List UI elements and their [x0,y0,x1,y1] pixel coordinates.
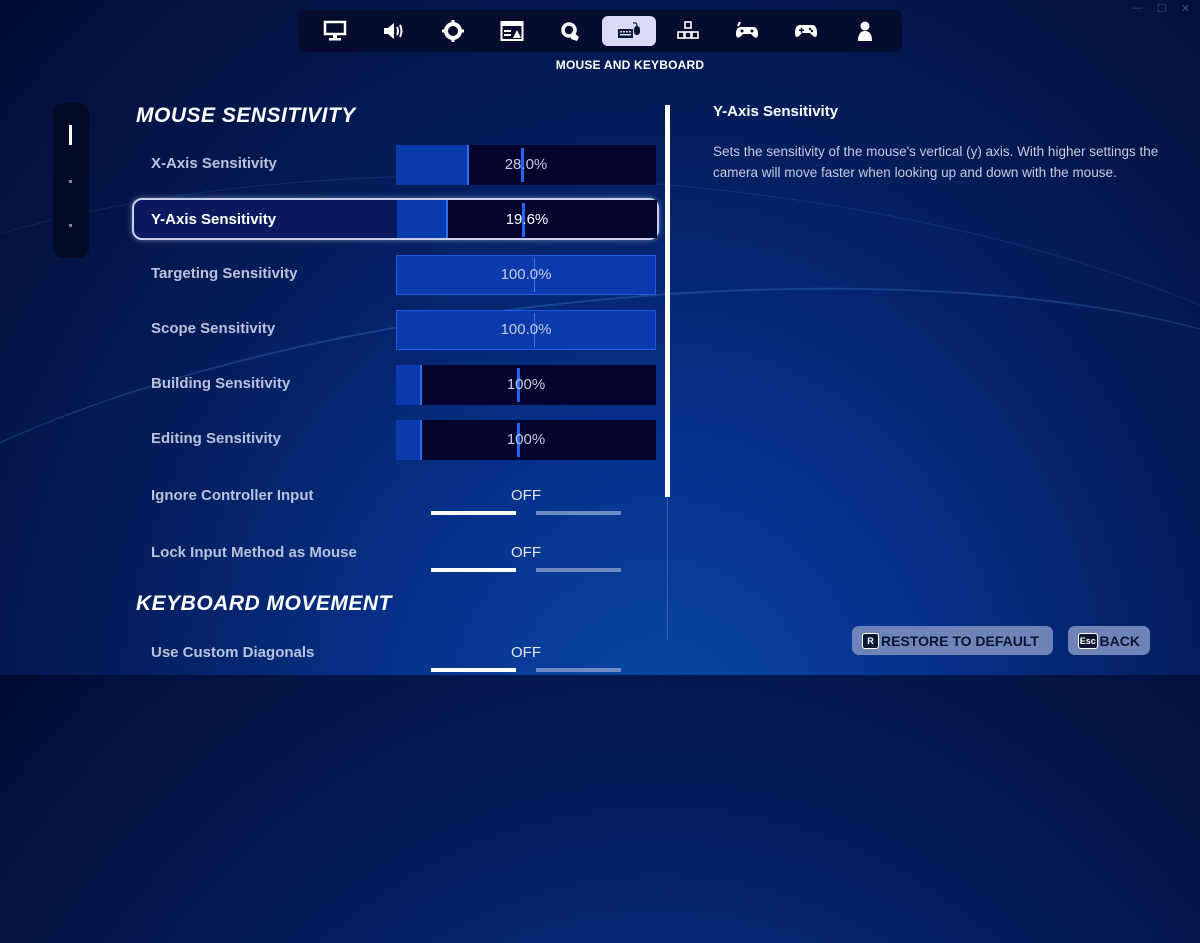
gamepad-icon [794,25,817,37]
y-axis-sensitivity-slider[interactable]: 19.6% [397,200,657,238]
slider-value: 19.6% [505,211,549,228]
tab-controller-settings[interactable] [720,16,774,46]
toggle-on-segment [536,568,621,572]
slider-value: 28.0% [504,156,548,173]
slider-value: 100.0% [500,321,552,338]
back-label: BACK [1099,632,1140,649]
setting-row-use-custom-diagonals[interactable]: Use Custom Diagonals OFF [133,635,660,675]
speaker-icon [384,23,403,39]
description-body: Sets the sensitivity of the mouse's vert… [713,144,1159,180]
toggle-on-segment [536,511,621,515]
slider-value: 100% [506,431,546,448]
tab-audio[interactable] [367,16,421,46]
setting-row-x-axis-sensitivity[interactable]: X-Axis Sensitivity 28.0% [133,145,660,185]
setting-label: X-Axis Sensitivity [151,155,277,172]
toggle-off-segment [431,568,516,572]
window-icon [500,21,524,41]
minimize-button[interactable]: — [1132,2,1143,15]
setting-row-building-sensitivity[interactable]: Building Sensitivity 100% [133,365,660,405]
tab-game[interactable] [426,16,480,46]
section-title-mouse-sensitivity: MOUSE SENSITIVITY [136,104,356,127]
gear-icon [441,20,464,42]
scrollbar-thumb[interactable] [665,105,670,497]
section-nav-item[interactable] [69,224,72,227]
maximize-button[interactable]: ☐ [1157,2,1167,15]
section-title-keyboard-movement: KEYBOARD MOVEMENT [136,592,392,615]
use-custom-diagonals-toggle[interactable]: OFF [431,635,621,675]
section-navigator [53,103,89,258]
setting-row-scope-sensitivity[interactable]: Scope Sensitivity 100.0% [133,310,660,350]
toggle-value: OFF [511,544,541,561]
setting-row-editing-sensitivity[interactable]: Editing Sensitivity 100% [133,420,660,460]
setting-label: Building Sensitivity [151,375,291,392]
tab-controller[interactable] [779,16,833,46]
setting-row-lock-input-method[interactable]: Lock Input Method as Mouse OFF [133,535,660,575]
building-sensitivity-slider[interactable]: 100% [396,365,656,405]
arrow-keys-icon [677,21,699,39]
tab-accessibility[interactable] [485,16,539,46]
esc-key-icon: Esc [1078,632,1098,649]
setting-label: Lock Input Method as Mouse [151,544,357,561]
setting-row-targeting-sensitivity[interactable]: Targeting Sensitivity 100.0% [133,255,660,295]
section-nav-item[interactable] [69,180,72,183]
active-tab-caption: MOUSE AND KEYBOARD [555,58,705,72]
section-nav-item-active[interactable] [69,125,72,145]
settings-tab-bar [298,10,902,52]
toggle-value: OFF [511,644,541,661]
tab-keybinds[interactable] [661,16,715,46]
toggle-off-segment [431,511,516,515]
ignore-controller-input-toggle[interactable]: OFF [431,478,621,518]
tab-account[interactable] [838,16,892,46]
lock-input-method-toggle[interactable]: OFF [431,535,621,575]
toggle-off-segment [431,668,516,672]
setting-label: Scope Sensitivity [151,320,276,337]
monitor-icon [324,20,347,41]
editing-sensitivity-slider[interactable]: 100% [396,420,656,460]
scope-sensitivity-slider[interactable]: 100.0% [396,310,656,350]
setting-label: Ignore Controller Input [151,487,314,504]
tab-display[interactable] [308,16,362,46]
setting-row-y-axis-sensitivity[interactable]: Y-Axis Sensitivity 19.6% [132,198,659,240]
setting-label: Use Custom Diagonals [151,644,315,661]
description-title: Y-Axis Sensitivity [713,103,839,120]
background-swoosh [0,118,1200,943]
touch-gear-icon [560,22,579,41]
slider-value: 100.0% [500,266,552,283]
restore-label: RESTORE TO DEFAULT [881,632,1039,649]
restore-to-default-button[interactable]: R RESTORE TO DEFAULT [852,626,1053,655]
targeting-sensitivity-slider[interactable]: 100.0% [396,255,656,295]
person-icon [857,21,872,41]
setting-row-ignore-controller-input[interactable]: Ignore Controller Input OFF [133,478,660,518]
setting-label: Targeting Sensitivity [151,265,298,282]
keyboard-mouse-icon [618,22,641,38]
back-button[interactable]: Esc BACK [1068,626,1150,655]
toggle-value: OFF [511,487,541,504]
setting-label: Y-Axis Sensitivity [151,211,277,228]
controller-gear-icon [735,21,758,38]
tab-mouse-and-keyboard[interactable] [602,16,657,46]
x-axis-sensitivity-slider[interactable]: 28.0% [396,145,656,185]
r-key-icon: R [862,632,879,649]
setting-label: Editing Sensitivity [151,430,282,447]
close-button[interactable]: ✕ [1181,2,1190,15]
window-controls: — ☐ ✕ [1132,2,1190,15]
slider-value: 100% [506,376,546,393]
tab-touch[interactable] [544,16,598,46]
toggle-on-segment [536,668,621,672]
